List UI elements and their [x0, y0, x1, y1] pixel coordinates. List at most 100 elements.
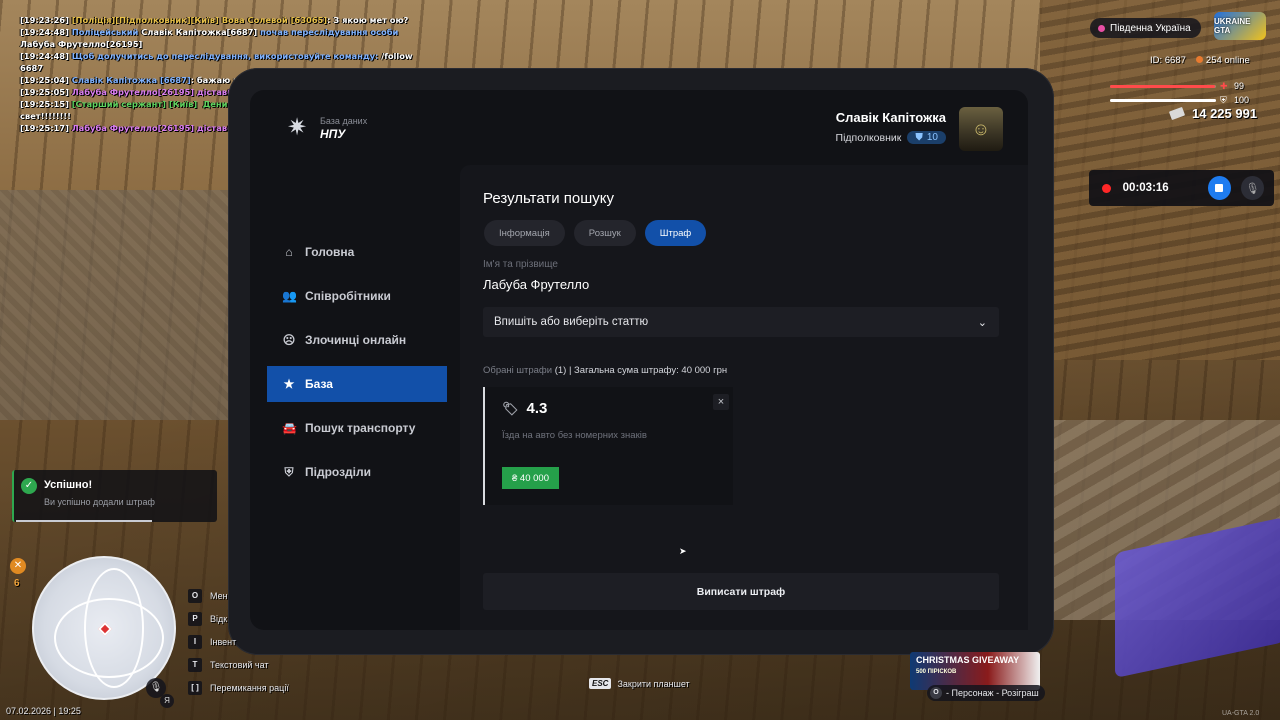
sidebar-item-label: Злочинці онлайн [305, 333, 407, 347]
player-info: ID: 6687 254 online [1150, 55, 1250, 66]
hotkey-key: [ ] [188, 680, 202, 695]
chat-text: Поліцейський [71, 27, 142, 37]
tab-info[interactable]: Інформація [484, 220, 565, 246]
giveaway-subtitle: 500 ПІРІСКОВ [916, 669, 957, 675]
name-value: Лабуба Фрутелло [483, 277, 590, 292]
fine-description: Їзда на авто без номерних знаків [502, 430, 647, 441]
fine-code: 4.3 [526, 400, 548, 417]
sidebar-item-home[interactable]: ⌂ Головна [267, 234, 447, 270]
recording-time: 00:03:16 [1122, 182, 1169, 194]
player-id: ID: 6687 [1150, 55, 1186, 66]
hotkey-key: O [188, 588, 202, 603]
chat-time: [19:25:05] [20, 87, 69, 97]
fine-article: 🏷 4.3 [502, 400, 547, 417]
build-version: UA-GTA 2.0 [1222, 710, 1260, 717]
hotkey-row: I Інвент [188, 634, 289, 649]
hunger-value: 6 [14, 578, 20, 589]
user-name: Славік Капітожка [835, 110, 946, 125]
hotkey-label: Перемикання рації [210, 682, 289, 693]
sidebar-item-vehicle-search[interactable]: 🚘 Пошук транспорту [267, 410, 447, 446]
article-select-placeholder: Впишіть або виберіть статтю [494, 316, 649, 328]
brand-subtitle: База даних [320, 115, 368, 126]
sidebar-item-criminals-online[interactable]: ☹ Злочинці онлайн [267, 322, 447, 358]
date-time: 07.02.2026 | 19:25 [6, 706, 81, 716]
health-icon: ✚ [1220, 81, 1228, 91]
voice-key-icon: Я [160, 694, 174, 708]
mic-muted-icon[interactable]: 🎙 [1240, 176, 1264, 200]
shield-icon: ⛊ [915, 132, 923, 143]
tab-wanted[interactable]: Розшук [573, 220, 636, 246]
recording-dot-icon [1102, 183, 1111, 193]
chat-time: [19:25:17] [20, 123, 69, 133]
hotkey-key: T [188, 657, 202, 672]
armor-bar [1110, 99, 1216, 102]
close-tablet-text: Закрити планшет [617, 678, 690, 689]
hotkey-list: O Мен P Відк I Інвент T Текстовий чат [ ] Перемик… [188, 588, 289, 703]
employees-icon: 👥 [282, 289, 297, 303]
sidebar-item-label: Співробітники [305, 289, 391, 303]
user-rank: Підполковник [835, 131, 902, 144]
result-tabs: Інформація Розшук Штраф [484, 220, 707, 246]
health-value: 99 [1234, 81, 1245, 91]
online-count: 254 online [1195, 55, 1250, 66]
giveaway-title: CHRISTMAS GIVEAWAY [916, 655, 1020, 665]
giveaway-hint-text: - Персонаж - Розіграш [946, 688, 1039, 698]
health-bar [1110, 85, 1216, 88]
hotkey-label: Текстовий чат [210, 659, 269, 670]
chat-text: Щоб долучитись до переслідування, викори… [71, 51, 382, 61]
sidebar-item-label: Підрозділи [305, 465, 371, 479]
sidebar-item-label: База [305, 377, 333, 391]
chat-time: [19:25:04] [20, 75, 69, 85]
hotkey-key: I [188, 634, 202, 649]
armor-icon: ⛨ [1220, 95, 1227, 105]
avatar: ☺ [959, 107, 1003, 151]
hotkey-label: Інвент [210, 636, 237, 647]
hunger-icon: ✕ [10, 558, 26, 574]
chat-text: [Поліція][Підполковник][Київ] Вова Солев… [71, 15, 328, 25]
hotkey-row: T Текстовий чат [188, 657, 289, 672]
chat-text: Славік Капітожка [6687] [71, 75, 191, 85]
divisions-icon: ⛨ [284, 464, 294, 479]
police-star-icon: ✷ [286, 114, 308, 141]
chat-text: : З якою мет ою? [327, 15, 409, 25]
sidebar-nav: ⌂ Головна 👥 Співробітники ☹ Злочинці онлайн ★ Б… [267, 234, 447, 498]
sidebar-item-database[interactable]: ★ База [267, 366, 447, 402]
tab-fine[interactable]: Штраф [644, 220, 707, 246]
success-toast [12, 470, 217, 522]
chat-time: [19:23:26] [20, 15, 69, 25]
sidebar-item-divisions[interactable]: ⛨ Підрозділи [267, 454, 447, 490]
mouse-cursor-icon: ➤ [679, 546, 687, 556]
chat-time: [19:24:48] [20, 51, 69, 61]
rank-level-badge: ⛊ 10 [907, 131, 946, 144]
chat-text: почав переслідування особи [257, 27, 402, 37]
stop-recording-button[interactable] [1207, 176, 1231, 200]
issue-fine-button[interactable]: Виписати штраф [483, 573, 999, 610]
money-icon [1168, 106, 1186, 121]
hotkey-label: Відк [210, 613, 228, 624]
recording-panel: 00:03:16 🎙 [1089, 170, 1274, 206]
region-badge: Південна Україна [1090, 18, 1201, 38]
chat-line: [19:23:26] [Поліція][Підполковник][Київ]… [20, 14, 420, 26]
remove-fine-button[interactable]: × [713, 394, 729, 410]
armor-fill [1110, 99, 1216, 102]
giveaway-key: O [930, 687, 942, 699]
region-dot-icon [1098, 24, 1105, 32]
user-profile: Славік Капітожка Підполковник ⛊ 10 ☺ [828, 107, 1003, 151]
fines-summary-total: (1) | Загальна сума штрафу: 40 000 грн [552, 365, 728, 376]
brand-title: НПУ [320, 126, 346, 141]
online-count-text: 254 online [1205, 55, 1250, 66]
fines-summary: Обрані штрафи (1) | Загальна сума штрафу… [483, 365, 727, 376]
article-select[interactable]: Впишіть або виберіть статтю ⌄ [483, 307, 999, 337]
chat-text: Лабуба Фрутелло[26195] [20, 39, 143, 49]
chat-time: [19:24:48] [20, 27, 69, 37]
chat-text: Славік Капітожка[6687] [141, 27, 258, 37]
toast-title: Успішно! [44, 479, 93, 491]
sidebar-item-employees[interactable]: 👥 Співробітники [267, 278, 447, 314]
chat-line: [19:24:48] Поліцейський Славік Капітожка… [20, 26, 420, 50]
region-name: Південна Україна [1110, 22, 1191, 34]
giveaway-hint: O - Персонаж - Розіграш [927, 685, 1045, 701]
chat-time: [19:25:15] [20, 99, 69, 109]
minimap-road [84, 568, 144, 688]
sidebar-item-label: Головна [305, 245, 355, 259]
online-dot-icon [1195, 56, 1203, 63]
